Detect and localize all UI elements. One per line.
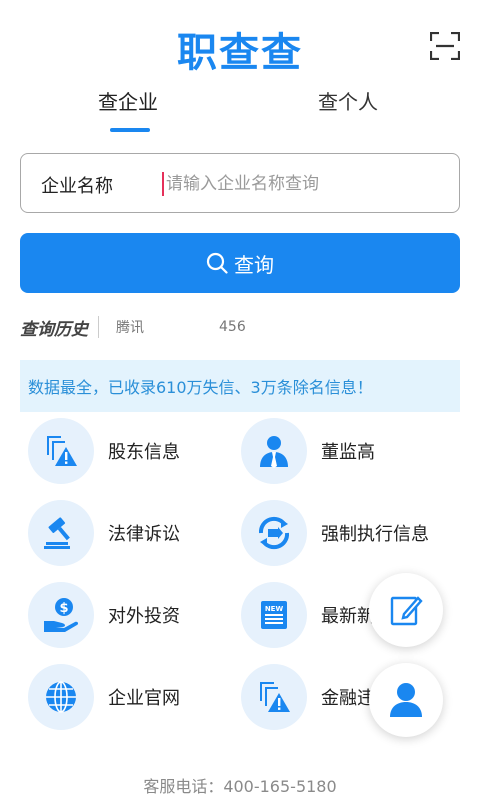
user-fab-button[interactable] [369, 663, 443, 737]
globe-icon [28, 664, 94, 730]
search-field-label: 企业名称 [41, 176, 113, 197]
company-name-input[interactable] [166, 168, 446, 200]
feature-lawsuits[interactable]: 法律诉讼 [28, 500, 180, 566]
search-history: 查询历史 腾讯 456 [20, 314, 460, 340]
feature-enforcement[interactable]: 强制执行信息 [241, 500, 429, 566]
feature-label: 对外投资 [108, 606, 180, 627]
feature-latest-news[interactable]: NEW 最新新 [241, 582, 375, 648]
edit-icon [390, 596, 423, 626]
feature-label: 董监高 [321, 442, 375, 463]
feature-executives[interactable]: 董监高 [241, 418, 375, 484]
feature-label: 法律诉讼 [108, 524, 180, 545]
feature-label: 强制执行信息 [321, 524, 429, 545]
app-header: 职查查 [0, 0, 480, 90]
svg-text:$: $ [59, 601, 68, 616]
feature-investment[interactable]: $ 对外投资 [28, 582, 180, 648]
feature-label: 股东信息 [108, 442, 180, 463]
history-divider [98, 316, 99, 338]
search-icon [206, 252, 228, 274]
text-caret [162, 172, 164, 196]
query-button-label: 查询 [234, 252, 274, 277]
feature-official-website[interactable]: 企业官网 [28, 664, 180, 730]
history-item[interactable]: 456 [219, 319, 246, 335]
feature-label: 最新新 [321, 606, 375, 627]
feature-label: 金融违 [321, 688, 375, 709]
scan-icon[interactable] [429, 31, 461, 61]
history-item[interactable]: 腾讯 [116, 317, 144, 337]
notice-text: 数据最全，已收录610万失信、3万条除名信息！ [28, 378, 373, 397]
customer-service-phone[interactable]: 客服电话：400-165-5180 [0, 773, 480, 797]
finance-alert-icon [241, 664, 307, 730]
active-tab-indicator [110, 128, 150, 132]
feature-financial-violations[interactable]: 金融违 [241, 664, 375, 730]
svg-text:NEW: NEW [265, 605, 284, 613]
investment-dollar-icon: $ [28, 582, 94, 648]
edit-fab-button[interactable] [369, 573, 443, 647]
shareholder-alert-icon [28, 418, 94, 484]
user-icon [390, 683, 422, 717]
data-notice-banner: 数据最全，已收录610万失信、3万条除名信息！ [20, 360, 460, 412]
news-icon: NEW [241, 582, 307, 648]
search-type-tabs: 查企业 查个人 [0, 86, 480, 136]
query-button[interactable]: 查询 [20, 233, 460, 293]
enforcement-arrows-icon [241, 500, 307, 566]
tab-person[interactable]: 查个人 [318, 86, 378, 115]
history-title: 查询历史 [20, 319, 88, 340]
feature-label: 企业官网 [108, 688, 180, 709]
app-logo: 职查查 [177, 30, 303, 76]
feature-shareholder-info[interactable]: 股东信息 [28, 418, 180, 484]
tab-company[interactable]: 查企业 [98, 86, 158, 115]
company-search-box: 企业名称 [20, 153, 460, 213]
executive-person-icon [241, 418, 307, 484]
gavel-icon [28, 500, 94, 566]
